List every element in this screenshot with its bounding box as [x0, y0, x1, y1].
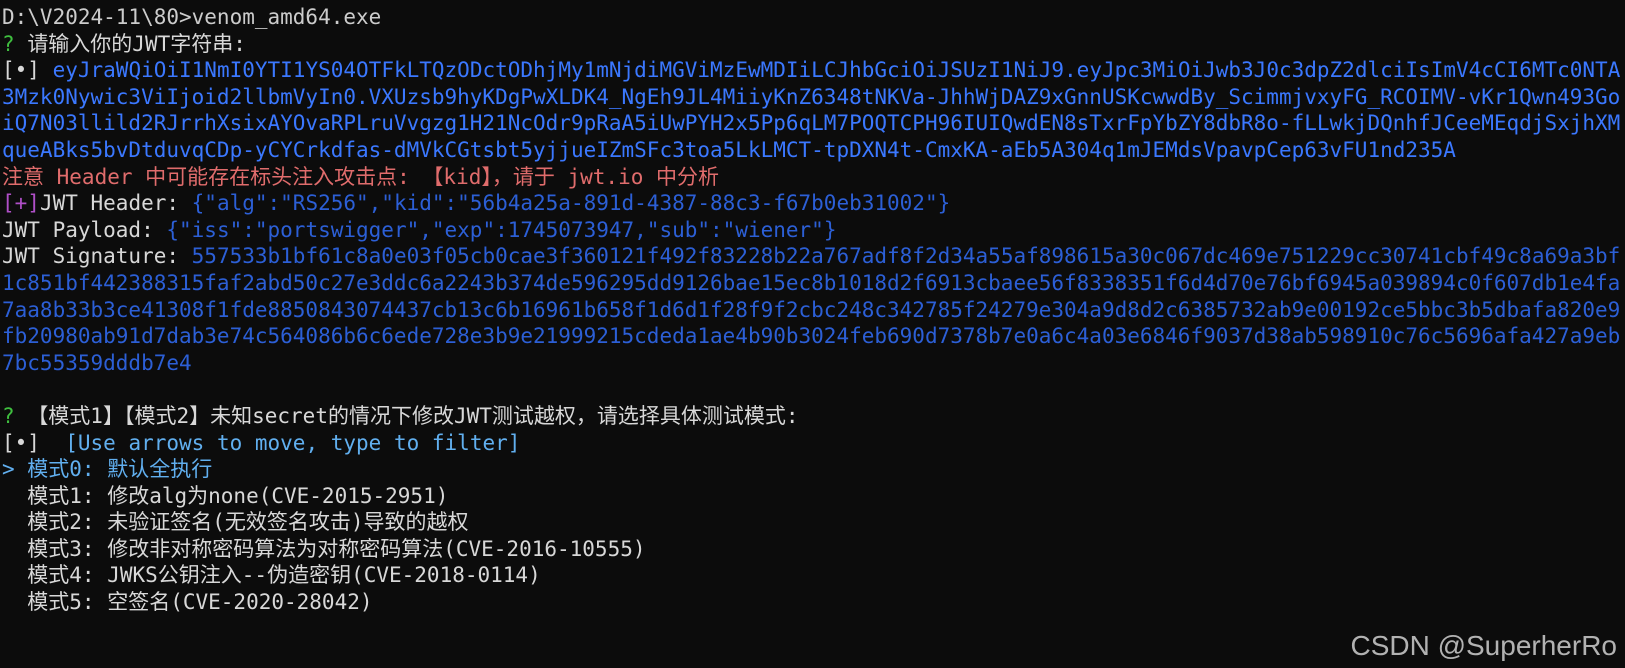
- mode-question-text: 【模式1】【模式2】未知secret的情况下修改JWT测试越权，请选择具体测试模…: [27, 403, 799, 428]
- question-mark-icon: ?: [2, 31, 15, 56]
- jwt-payload-label: JWT Payload:: [2, 217, 167, 242]
- jwt-signature-value: 557533b1bf61c8a0e03f05cb0cae3f360121f492…: [2, 244, 1621, 375]
- jwt-header-label: JWT Header:: [39, 191, 192, 216]
- mode-question-line: ? 【模式1】【模式2】未知secret的情况下修改JWT测试越权，请选择具体测…: [2, 403, 1625, 430]
- mode-option-list[interactable]: > 模式0: 默认全执行 模式1: 修改alg为none(CVE-2015-29…: [2, 456, 1625, 616]
- input-marker: [•]: [2, 58, 40, 83]
- mode-option-0[interactable]: > 模式0: 默认全执行: [2, 456, 1625, 483]
- jwt-token-line: [•] eyJraWQiOiI1NmI0YTI1YS04OTFkLTQzODct…: [2, 57, 1625, 163]
- jwt-signature-line: JWT Signature: 557533b1bf61c8a0e03f05cb0…: [2, 243, 1625, 376]
- jwt-payload-value: {"iss":"portswigger","exp":1745073947,"s…: [166, 217, 837, 242]
- mode-option-3[interactable]: 模式3: 修改非对称密码算法为对称密码算法(CVE-2016-10555): [2, 536, 1625, 563]
- jwt-header-line: [+]JWT Header: {"alg":"RS256","kid":"56b…: [2, 190, 1625, 217]
- terminal-window[interactable]: D:\V2024-11\80>venom_amd64.exe ? 请输入你的JW…: [0, 0, 1625, 668]
- jwt-token-value[interactable]: eyJraWQiOiI1NmI0YTI1YS04OTFkLTQzODctODhj…: [2, 58, 1620, 162]
- jwt-input-prompt: ? 请输入你的JWT字符串:: [2, 31, 1625, 58]
- mode-option-1[interactable]: 模式1: 修改alg为none(CVE-2015-2951): [2, 483, 1625, 510]
- mode-option-5[interactable]: 模式5: 空签名(CVE-2020-28042): [2, 589, 1625, 616]
- input-prompt-text: 请输入你的JWT字符串:: [27, 31, 246, 56]
- plus-marker-icon: [+]: [2, 191, 40, 216]
- command-line: D:\V2024-11\80>venom_amd64.exe: [2, 5, 382, 29]
- mode-option-2[interactable]: 模式2: 未验证签名(无效签名攻击)导致的越权: [2, 509, 1625, 536]
- question-mark-icon: ?: [2, 403, 15, 428]
- jwt-payload-line: JWT Payload: {"iss":"portswigger","exp":…: [2, 217, 1625, 244]
- warning-message: 注意 Header 中可能存在标头注入攻击点: 【kid】，请于 jwt.io …: [2, 164, 720, 189]
- select-hint-line: [•] [Use arrows to move, type to filter]: [2, 430, 1625, 457]
- jwt-signature-label: JWT Signature:: [2, 244, 192, 269]
- jwt-header-value: {"alg":"RS256","kid":"56b4a25a-891d-4387…: [191, 191, 951, 216]
- csdn-watermark: CSDN @SuperherRo: [1350, 630, 1617, 662]
- select-marker: [•]: [2, 430, 40, 455]
- mode-option-4[interactable]: 模式4: JWKS公钥注入--伪造密钥(CVE-2018-0114): [2, 562, 1625, 589]
- select-hint: [Use arrows to move, type to filter]: [65, 430, 521, 455]
